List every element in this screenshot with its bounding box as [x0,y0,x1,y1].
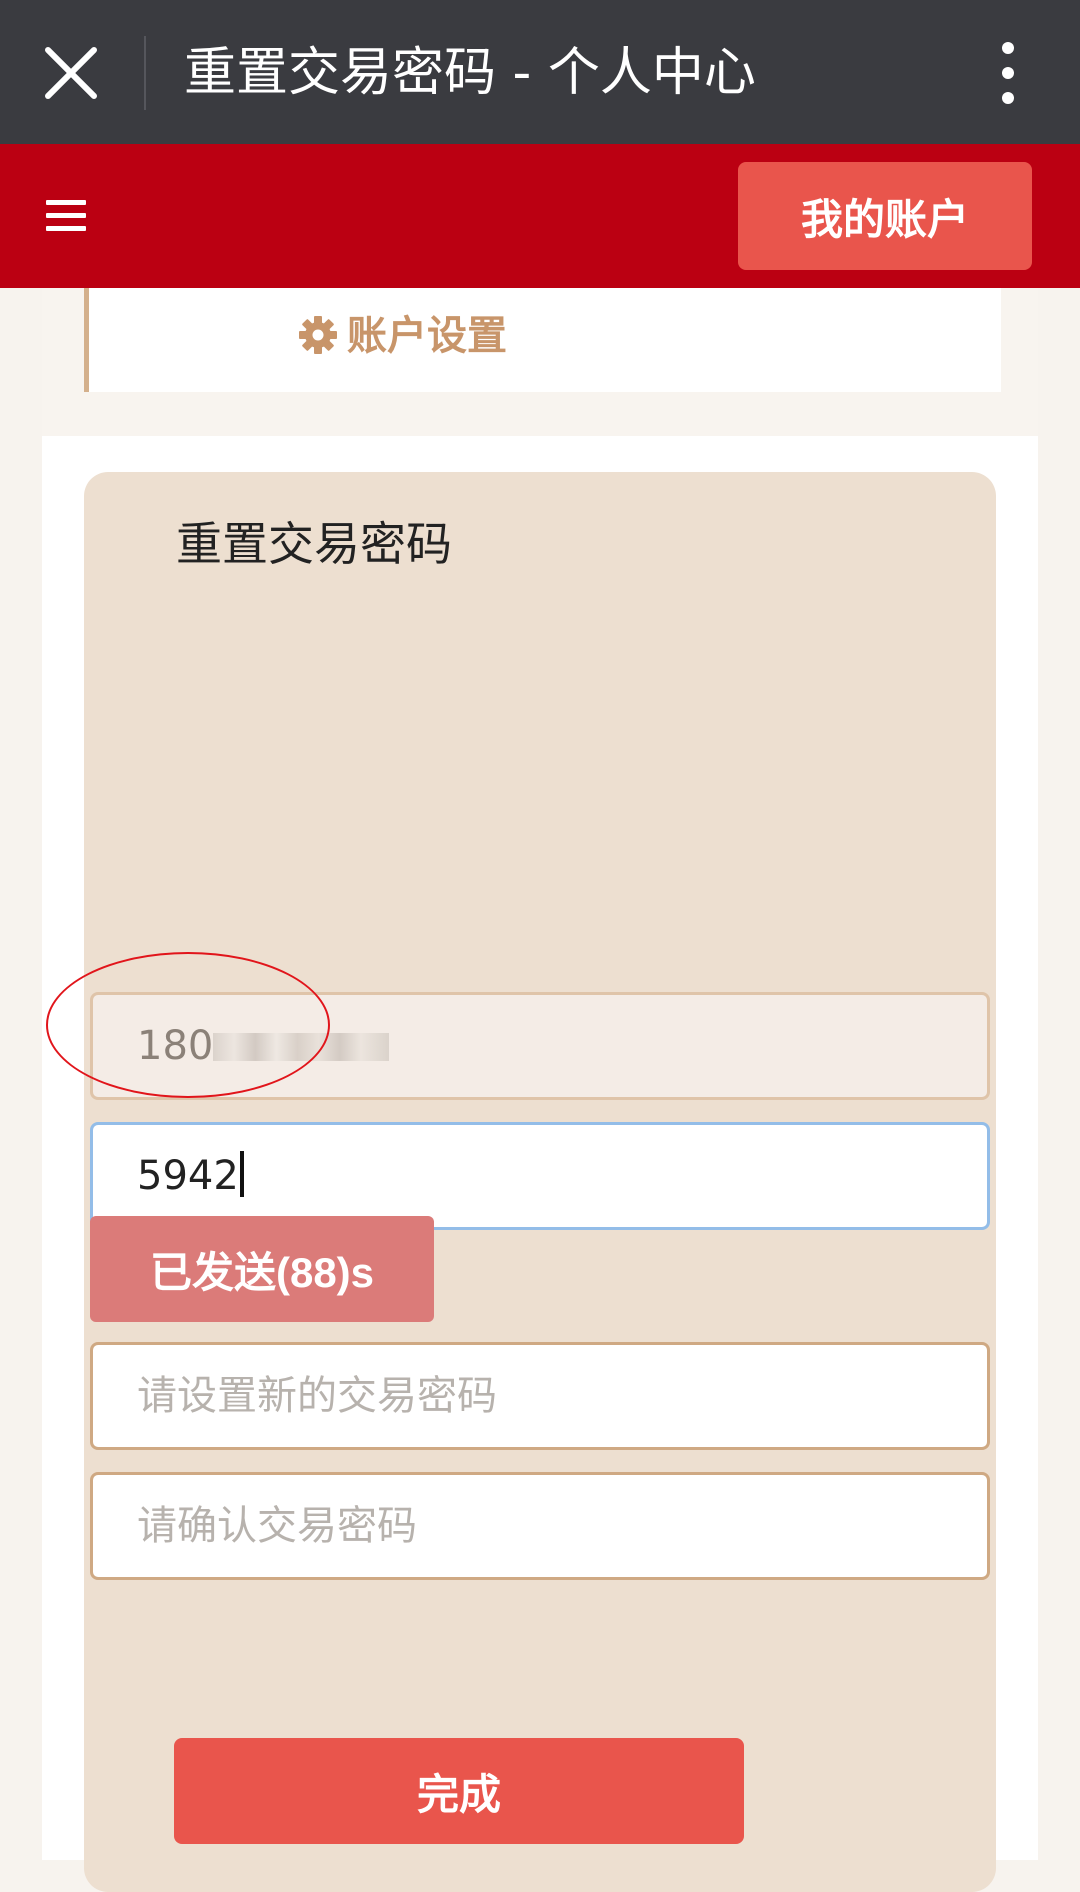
page-content: 账户设置 重置交易密码 180 5942 已发送(88)s 请设置新的交易密码 … [42,288,1038,1892]
verification-code-value: 5942 [137,1153,239,1199]
form-title: 重置交易密码 [176,517,452,571]
phone-number-field[interactable]: 180 [90,992,990,1100]
reset-password-card: 重置交易密码 180 5942 已发送(88)s 请设置新的交易密码 请确认交易… [84,472,996,1892]
more-vertical-icon[interactable] [986,40,1030,106]
gear-icon [299,316,337,354]
tab-account-settings-label: 账户设置 [347,313,507,359]
hamburger-menu-icon[interactable] [46,200,86,232]
send-code-button[interactable]: 已发送(88)s [90,1216,434,1322]
settings-strip: 账户设置 [42,288,1038,436]
toolbar-divider [144,36,146,110]
webview-top-bar: 重置交易密码 - 个人中心 [0,0,1080,144]
confirm-password-input[interactable]: 请确认交易密码 [90,1472,990,1580]
page-title: 重置交易密码 - 个人中心 [184,43,756,103]
close-icon[interactable] [42,44,100,102]
done-button[interactable]: 完成 [174,1738,744,1844]
verification-code-input[interactable]: 5942 [90,1122,990,1230]
phone-number-prefix: 180 [137,1023,214,1069]
my-account-button[interactable]: 我的账户 [738,162,1032,270]
tab-account-settings[interactable]: 账户设置 [84,288,1001,392]
phone-number-redacted [213,1033,390,1061]
new-password-input[interactable]: 请设置新的交易密码 [90,1342,990,1450]
text-caret [239,1151,244,1197]
app-header: 我的账户 [0,144,1080,288]
